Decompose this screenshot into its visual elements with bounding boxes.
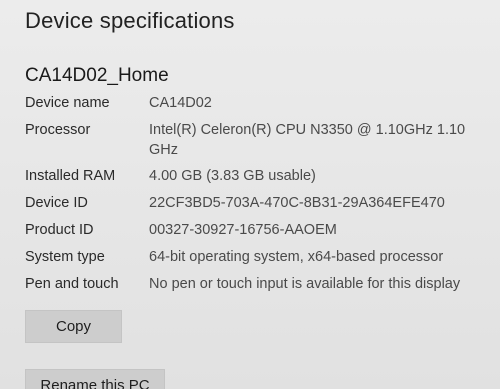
- spec-value: 00327-30927-16756-AAOEM: [149, 222, 337, 238]
- spec-value: Intel(R) Celeron(R) CPU N3350 @ 1.10GHz …: [149, 122, 466, 158]
- spec-label: Installed RAM: [25, 168, 116, 184]
- settings-page: Device specifications CA14D02_Home Devic…: [0, 0, 500, 389]
- spec-value: CA14D02: [149, 95, 212, 111]
- section-title: Device specifications: [25, 8, 235, 33]
- spec-label: Processor: [25, 122, 91, 138]
- spec-value: No pen or touch input is available for t…: [149, 276, 461, 292]
- spec-label: Device name: [25, 95, 110, 111]
- spec-value: 64-bit operating system, x64-based proce…: [149, 249, 444, 265]
- spec-label: System type: [25, 249, 105, 265]
- rename-pc-button[interactable]: Rename this PC: [25, 369, 165, 389]
- device-heading: CA14D02_Home: [25, 65, 169, 86]
- spec-value: 22CF3BD5-703A-470C-8B31-29A364EFE470: [149, 195, 445, 211]
- spec-label: Pen and touch: [25, 276, 119, 292]
- spec-label: Device ID: [25, 195, 88, 211]
- copy-button[interactable]: Copy: [25, 310, 122, 343]
- spec-label: Product ID: [25, 222, 94, 238]
- spec-value: 4.00 GB (3.83 GB usable): [149, 168, 316, 184]
